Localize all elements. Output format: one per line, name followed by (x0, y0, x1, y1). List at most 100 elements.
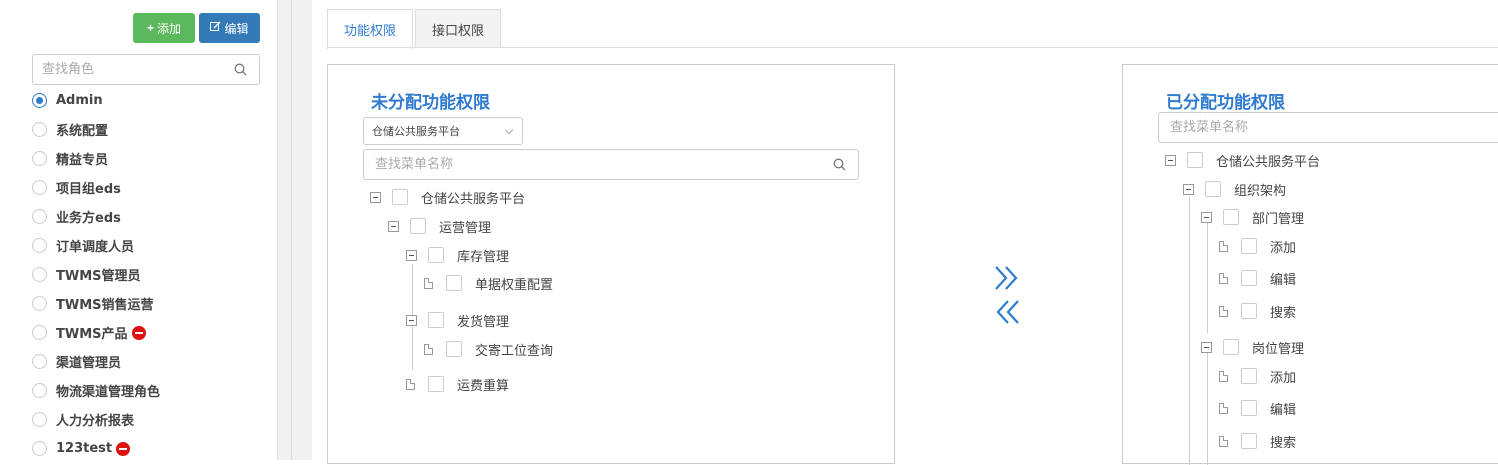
tree-checkbox[interactable] (1241, 368, 1257, 384)
role-item[interactable]: 项目组eds (32, 173, 160, 202)
collapse-icon[interactable] (388, 220, 399, 232)
tree-checkbox[interactable] (1241, 270, 1257, 286)
role-item[interactable]: 订单调度人员 (32, 231, 160, 260)
tree-checkbox[interactable] (428, 312, 444, 328)
tree-checkbox[interactable] (446, 341, 462, 357)
assigned-search-input[interactable] (1159, 113, 1482, 142)
add-role-button[interactable]: + 添加 (133, 13, 195, 43)
tree-node[interactable]: 运费重算 (406, 373, 509, 395)
tree-checkbox[interactable] (1241, 238, 1257, 254)
collapse-icon[interactable] (1201, 211, 1212, 223)
role-item[interactable]: TWMS产品 (32, 318, 160, 347)
collapse-icon[interactable] (1183, 183, 1194, 195)
role-item[interactable]: TWMS管理员 (32, 260, 160, 289)
tree-node[interactable]: 发货管理 (406, 309, 509, 331)
platform-select[interactable]: 仓储公共服务平台 (363, 117, 523, 145)
tree-checkbox[interactable] (1223, 209, 1239, 225)
tree-node[interactable]: 搜索 (1219, 300, 1296, 322)
unassigned-search-input[interactable] (364, 150, 809, 179)
tree-node[interactable]: 库存管理 (406, 244, 509, 266)
radio-button[interactable] (32, 383, 47, 398)
radio-button[interactable] (32, 354, 47, 369)
collapse-icon[interactable] (370, 191, 381, 203)
collapse-icon[interactable] (406, 314, 417, 326)
radio-button[interactable] (32, 412, 47, 427)
search-icon[interactable] (234, 63, 247, 76)
search-icon[interactable] (833, 158, 846, 171)
role-item[interactable]: 物流渠道管理角色 (32, 376, 160, 405)
file-icon (1219, 305, 1228, 317)
tree-checkbox[interactable] (1241, 433, 1257, 449)
tree-node[interactable]: 编辑 (1219, 397, 1296, 419)
tree-node-label: 编辑 (1270, 402, 1297, 418)
collapse-icon[interactable] (1165, 154, 1176, 166)
role-item[interactable]: TWMS销售运营 (32, 289, 160, 318)
tree-node-label: 库存管理 (457, 249, 510, 265)
unassigned-permissions-panel: 未分配功能权限 仓储公共服务平台 仓储公共服务平台 运营管理 库存管理 单据权重… (327, 64, 895, 464)
role-item[interactable]: Admin (32, 86, 160, 115)
plus-icon: + (146, 21, 154, 35)
radio-button[interactable] (32, 238, 47, 253)
radio-button-selected[interactable] (32, 93, 47, 108)
tree-node[interactable]: 运营管理 (388, 215, 491, 237)
role-item[interactable]: 人力分析报表 (32, 405, 160, 434)
radio-button[interactable] (32, 209, 47, 224)
tree-node[interactable]: 仓储公共服务平台 (1165, 149, 1320, 171)
role-label: TWMS产品 (56, 327, 128, 342)
radio-button[interactable] (32, 296, 47, 311)
file-icon (1219, 272, 1228, 284)
tab-interface-permissions[interactable]: 接口权限 (415, 9, 502, 48)
role-label: 物流渠道管理角色 (56, 385, 161, 400)
assigned-permissions-panel: 已分配功能权限 仓储公共服务平台 组织架构 部门管理 添加 编辑 搜索 岗位管理… (1122, 64, 1498, 465)
double-chevron-left-icon[interactable] (993, 297, 1023, 327)
role-item[interactable]: 渠道管理员 (32, 347, 160, 376)
collapse-icon[interactable] (406, 249, 417, 261)
tree-checkbox[interactable] (428, 376, 444, 392)
tree-node[interactable]: 岗位管理 (1201, 336, 1304, 358)
tree-checkbox[interactable] (1241, 400, 1257, 416)
tree-guide-line (1189, 197, 1190, 465)
splitter-divider (291, 0, 292, 460)
edit-role-button[interactable]: 编辑 (199, 13, 260, 43)
double-chevron-right-icon[interactable] (993, 263, 1023, 293)
role-label: TWMS销售运营 (56, 298, 154, 313)
radio-button[interactable] (32, 122, 47, 137)
role-item[interactable]: 123test (32, 434, 160, 463)
role-item[interactable]: 系统配置 (32, 115, 160, 144)
tree-node[interactable]: 编辑 (1219, 267, 1296, 289)
tree-checkbox[interactable] (392, 189, 408, 205)
tree-node[interactable]: 部门管理 (1201, 206, 1304, 228)
tree-node[interactable]: 组织架构 (1183, 178, 1286, 200)
radio-button[interactable] (32, 180, 47, 195)
role-list: Admin 系统配置 精益专员 项目组eds 业务方eds 订单调度人员 TWM… (32, 86, 160, 463)
tree-checkbox[interactable] (1205, 181, 1221, 197)
role-label: 人力分析报表 (56, 414, 135, 429)
role-item[interactable]: 业务方eds (32, 202, 160, 231)
file-icon (1219, 240, 1228, 252)
tree-node[interactable]: 交寄工位查询 (424, 338, 553, 360)
collapse-icon[interactable] (1201, 341, 1212, 353)
radio-button[interactable] (32, 267, 47, 282)
tree-node[interactable]: 添加 (1219, 235, 1296, 257)
radio-button[interactable] (32, 441, 47, 456)
tree-checkbox[interactable] (428, 247, 444, 263)
radio-button[interactable] (32, 325, 47, 340)
tree-node[interactable]: 单据权重配置 (424, 272, 553, 294)
tree-checkbox[interactable] (1187, 152, 1203, 168)
role-search-input[interactable] (33, 55, 223, 84)
role-label: Admin (56, 93, 103, 108)
radio-button[interactable] (32, 151, 47, 166)
tree-checkbox[interactable] (1241, 303, 1257, 319)
minus-circle-icon[interactable] (131, 325, 146, 340)
tree-node[interactable]: 仓储公共服务平台 (370, 186, 525, 208)
tree-checkbox[interactable] (446, 275, 462, 291)
tab-function-permissions[interactable]: 功能权限 (327, 9, 414, 49)
panel-splitter[interactable] (277, 0, 312, 460)
tree-node[interactable]: 搜索 (1219, 430, 1296, 452)
role-item[interactable]: 精益专员 (32, 144, 160, 173)
tree-checkbox[interactable] (1223, 339, 1239, 355)
tree-node-label: 仓储公共服务平台 (1216, 154, 1321, 170)
tree-node[interactable]: 添加 (1219, 365, 1296, 387)
tree-checkbox[interactable] (410, 218, 426, 234)
minus-circle-icon[interactable] (116, 441, 131, 456)
